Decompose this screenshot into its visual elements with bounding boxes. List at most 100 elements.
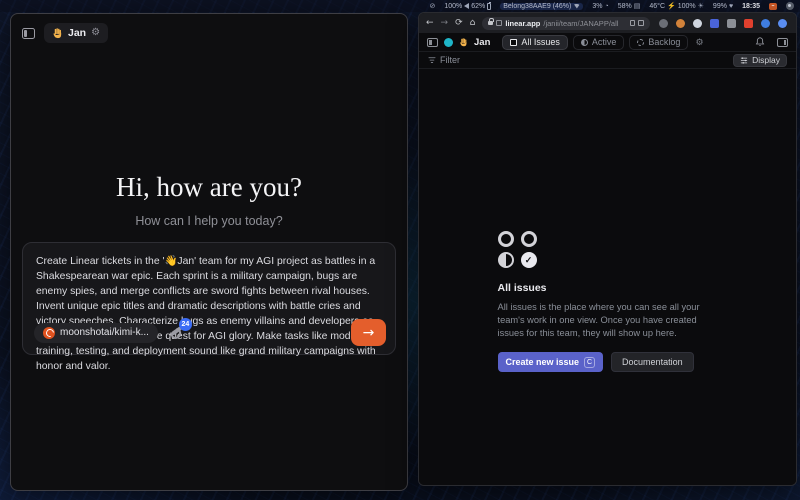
tray-icon (786, 2, 794, 10)
empty-state-illustration: ✓ (498, 231, 718, 268)
shortcut-badge: C (584, 357, 595, 368)
view-tabs: All Issues Active Backlog ⚙ (502, 35, 703, 50)
notifications-bell-icon[interactable] (755, 37, 765, 47)
clock: 18:35 (742, 3, 760, 10)
greeting: Hi, how are you? How can I help you toda… (11, 172, 407, 228)
all-issues-empty-state: ✓ All issues All issues is the place whe… (498, 231, 718, 372)
assistant-settings-icon[interactable]: ⚙ (91, 28, 100, 38)
chat-composer: Create Linear tickets in the '👋Jan' team… (22, 242, 396, 355)
linear-app: Jan All Issues Active Backlog ⚙ Filter (419, 33, 796, 485)
moonshot-logo-icon (43, 327, 55, 339)
ring-icon (521, 231, 537, 247)
empty-state-actions: Create new issue C Documentation (498, 352, 718, 372)
memory-icon: ▤ (634, 3, 641, 10)
assistant-selector[interactable]: Jan ⚙ (44, 23, 108, 43)
display-button[interactable]: Display (733, 54, 787, 67)
memory-indicator: 58%▤ (618, 3, 641, 10)
site-info-icon[interactable] (496, 20, 502, 26)
create-new-issue-button[interactable]: Create new issue C (498, 352, 604, 372)
url-path: /janii/team/JANAPP/all (543, 19, 618, 28)
bolt-icon: ⚡ (667, 3, 676, 10)
url-host: linear.app (505, 19, 540, 28)
all-issues-icon (510, 39, 517, 46)
extension-icon[interactable] (710, 19, 719, 28)
composer-controls: moonshotai/kimi-k... 24 → (34, 319, 386, 346)
team-emoji-icon (459, 38, 468, 47)
check-circle-icon: ✓ (521, 252, 537, 268)
linear-sidebar-toggle-icon[interactable] (427, 38, 438, 47)
reader-mode-icon[interactable] (638, 20, 644, 26)
dnd-icon: ⊘ (429, 3, 435, 10)
speaker-icon (464, 3, 469, 9)
cpu-indicator: 3%◔ (592, 3, 608, 10)
send-arrow-icon: → (363, 326, 375, 340)
temperature-indicator: 46°C⚡100%☀ (649, 3, 704, 10)
back-button[interactable]: ← (426, 19, 434, 28)
linear-filter-bar: Filter Display (419, 52, 796, 69)
documentation-button[interactable]: Documentation (611, 352, 694, 372)
desktop: ⊘ 100%62% Belong38AAE9 (46%) 3%◔ 58%▤ 46… (0, 0, 800, 500)
linear-header: Jan All Issues Active Backlog ⚙ (419, 33, 796, 52)
right-panel-toggle-icon[interactable] (777, 38, 788, 47)
tools-count-badge: 24 (179, 318, 192, 331)
brightness-icon: ☀ (698, 3, 704, 10)
workspace-avatar[interactable] (444, 38, 453, 47)
filter-button[interactable]: Filter (428, 55, 460, 65)
bookmark-icon[interactable] (630, 20, 635, 26)
cloud-extension-icon[interactable] (693, 19, 702, 28)
dnd-indicator: ⊘ (429, 3, 435, 10)
ring-icon (498, 231, 514, 247)
system-status-bar: ⊘ 100%62% Belong38AAE9 (46%) 3%◔ 58%▤ 46… (0, 0, 800, 12)
chat-input[interactable]: Create Linear tickets in the '👋Jan' team… (23, 243, 395, 374)
extension-icon[interactable] (659, 19, 668, 28)
browser-toolbar: ← → ⟳ ⌂ linear.app /janii/team/JANAPP/al… (419, 13, 796, 33)
wifi-icon (573, 4, 580, 9)
greeting-title: Hi, how are you? (11, 172, 407, 203)
wave-hand-icon (52, 28, 63, 39)
tools-button[interactable]: 24 (170, 325, 186, 341)
assistant-name: Jan (68, 27, 86, 39)
model-name: moonshotai/kimi-k... (60, 327, 149, 338)
display-options-icon (740, 57, 748, 64)
linear-header-right (755, 37, 788, 47)
empty-state-title: All issues (498, 282, 718, 294)
sidebar-toggle-icon[interactable] (22, 28, 35, 39)
mail-tray-indicator[interactable] (769, 3, 777, 10)
cpu-icon: ◔ (605, 3, 609, 10)
overflow-menu-icon[interactable]: ⋯ (795, 19, 797, 28)
heart-icon: ♥ (729, 3, 733, 10)
tab-all-issues[interactable]: All Issues (502, 35, 568, 50)
model-selector[interactable]: moonshotai/kimi-k... (34, 323, 158, 343)
home-button[interactable]: ⌂ (470, 19, 476, 28)
greeting-subtitle: How can I help you today? (11, 214, 407, 228)
battery-icon (487, 3, 491, 10)
lock-icon (488, 21, 493, 25)
extensions-area: ⋯ × (659, 19, 797, 28)
filter-icon (428, 57, 436, 64)
tab-backlog[interactable]: Backlog (629, 35, 688, 50)
half-circle-icon (498, 252, 514, 268)
extension-icon[interactable] (778, 19, 787, 28)
send-button[interactable]: → (351, 319, 386, 346)
health-indicator: 99%♥ (713, 3, 733, 10)
extension-icon[interactable] (744, 19, 753, 28)
extension-icon[interactable] (761, 19, 770, 28)
mail-icon (769, 3, 777, 10)
address-bar[interactable]: linear.app /janii/team/JANAPP/all (482, 17, 650, 30)
browser-window: ← → ⟳ ⌂ linear.app /janii/team/JANAPP/al… (418, 12, 797, 486)
jan-chat-window: Jan ⚙ Hi, how are you? How can I help yo… (10, 13, 408, 491)
extension-icon[interactable] (676, 19, 685, 28)
team-name: Jan (474, 37, 490, 48)
tab-active[interactable]: Active (573, 35, 625, 50)
active-icon (581, 39, 588, 46)
backlog-icon (637, 39, 644, 46)
chat-header: Jan ⚙ (11, 14, 407, 52)
empty-state-description: All issues is the place where you can se… (498, 301, 718, 340)
views-settings-icon[interactable]: ⚙ (695, 38, 703, 47)
forward-button[interactable]: → (441, 19, 449, 28)
wifi-indicator: Belong38AAE9 (46%) (500, 3, 583, 10)
extension-icon[interactable] (727, 19, 736, 28)
volume-indicator: 100%62% (444, 3, 491, 10)
tray-indicator[interactable] (786, 2, 794, 10)
refresh-button[interactable]: ⟳ (455, 19, 463, 28)
